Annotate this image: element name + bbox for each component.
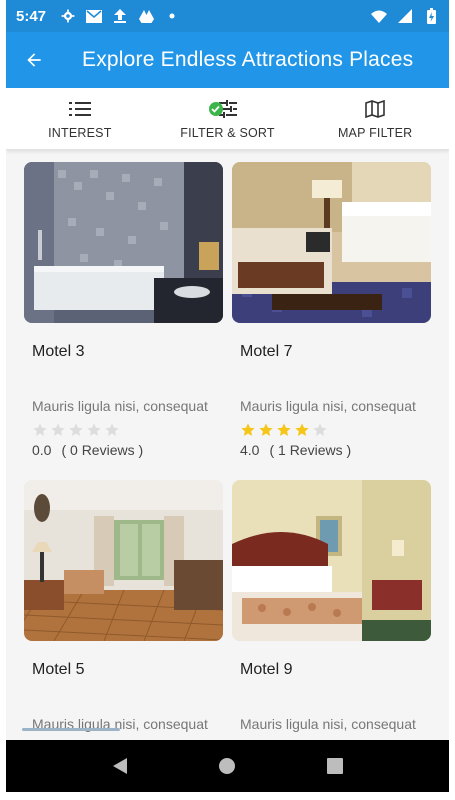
nav-back-button[interactable] — [105, 751, 135, 781]
tab-map-filter[interactable]: MAP FILTER — [301, 88, 449, 149]
check-icon — [208, 101, 223, 116]
back-button[interactable] — [6, 32, 62, 88]
review-count: ( 0 Reviews ) — [61, 442, 144, 458]
listing-description: Mauris ligula nisi, consequat — [240, 716, 416, 732]
star-empty-icon — [87, 423, 101, 436]
tab-filter-sort-label: FILTER & SORT — [180, 125, 275, 140]
star-empty-icon — [69, 423, 83, 436]
listing-card[interactable]: Motel 7 Mauris ligula nisi, consequat 4.… — [232, 162, 431, 468]
listing-card[interactable]: Motel 9 Mauris ligula nisi, consequat — [232, 480, 431, 740]
wifi-icon — [371, 8, 387, 24]
tab-map-filter-label: MAP FILTER — [337, 125, 413, 140]
back-triangle-icon — [112, 758, 127, 774]
recents-square-icon — [327, 758, 344, 774]
listing-description: Mauris ligula nisi, consequat — [240, 398, 416, 414]
sliders-icon — [208, 98, 237, 120]
battery-icon — [423, 8, 439, 24]
hotel-room-photo — [232, 162, 431, 323]
nav-home-button[interactable] — [212, 751, 242, 781]
star-rating — [240, 422, 431, 438]
rating-value: 4.0 — [240, 442, 260, 458]
tab-filter-sort[interactable]: FILTER & SORT — [154, 88, 302, 149]
star-filled-icon — [259, 423, 273, 436]
listing-title: Motel 3 — [32, 343, 85, 360]
filter-tabs: INTEREST FILTER & SORT MAP FILTER — [6, 88, 449, 150]
rating-row: 4.0 ( 1 Reviews ) — [240, 442, 431, 458]
listing-title: Motel 9 — [240, 661, 293, 678]
system-nav-bar — [6, 740, 449, 792]
page-title: Explore Endless Attractions Places — [82, 48, 414, 71]
upload-icon — [112, 8, 128, 24]
listing-title: Motel 7 — [240, 343, 293, 360]
rating-value: 0.0 — [32, 442, 52, 458]
horizontal-scrollbar[interactable] — [22, 728, 120, 731]
star-filled-icon — [295, 423, 309, 436]
status-bar: 5:47 — [6, 0, 449, 32]
drive-icon — [138, 8, 154, 24]
star-empty-icon — [51, 423, 65, 436]
star-empty-icon — [33, 423, 47, 436]
bedroom-photo — [232, 480, 431, 641]
living-room-photo — [24, 480, 223, 641]
star-filled-icon — [277, 423, 291, 436]
listing-card[interactable]: Motel 3 Mauris ligula nisi, consequat 0.… — [24, 162, 223, 468]
nav-recents-button[interactable] — [320, 751, 350, 781]
arrow-back-icon — [27, 53, 41, 67]
star-empty-icon — [313, 423, 327, 436]
status-time: 5:47 — [16, 7, 47, 25]
map-icon — [365, 98, 385, 120]
status-icons-right — [371, 8, 439, 24]
listing-grid: Motel 3 Mauris ligula nisi, consequat 0.… — [6, 150, 449, 740]
tab-interest[interactable]: INTEREST — [6, 88, 154, 149]
gmail-icon — [86, 8, 103, 24]
star-empty-icon — [105, 423, 119, 436]
review-count: ( 1 Reviews ) — [269, 442, 352, 458]
signal-icon — [397, 8, 413, 24]
tab-interest-label: INTEREST — [48, 125, 112, 140]
listing-title: Motel 5 — [32, 661, 85, 678]
star-rating — [32, 422, 223, 438]
listing-card[interactable]: Motel 5 Mauris ligula nisi, consequat — [24, 480, 223, 740]
app-frame: 5:47 Explore Endless Attractions Places … — [6, 0, 449, 792]
star-filled-icon — [241, 423, 255, 436]
bathroom-photo — [24, 162, 223, 323]
rating-row: 0.0 ( 0 Reviews ) — [32, 442, 223, 458]
app-bar: Explore Endless Attractions Places — [6, 32, 449, 88]
dot-icon — [164, 8, 180, 24]
list-icon — [68, 98, 91, 120]
home-circle-icon — [219, 758, 236, 774]
listing-description: Mauris ligula nisi, consequat — [32, 398, 208, 414]
status-icons-left — [60, 8, 180, 24]
gear-icon — [60, 8, 76, 24]
